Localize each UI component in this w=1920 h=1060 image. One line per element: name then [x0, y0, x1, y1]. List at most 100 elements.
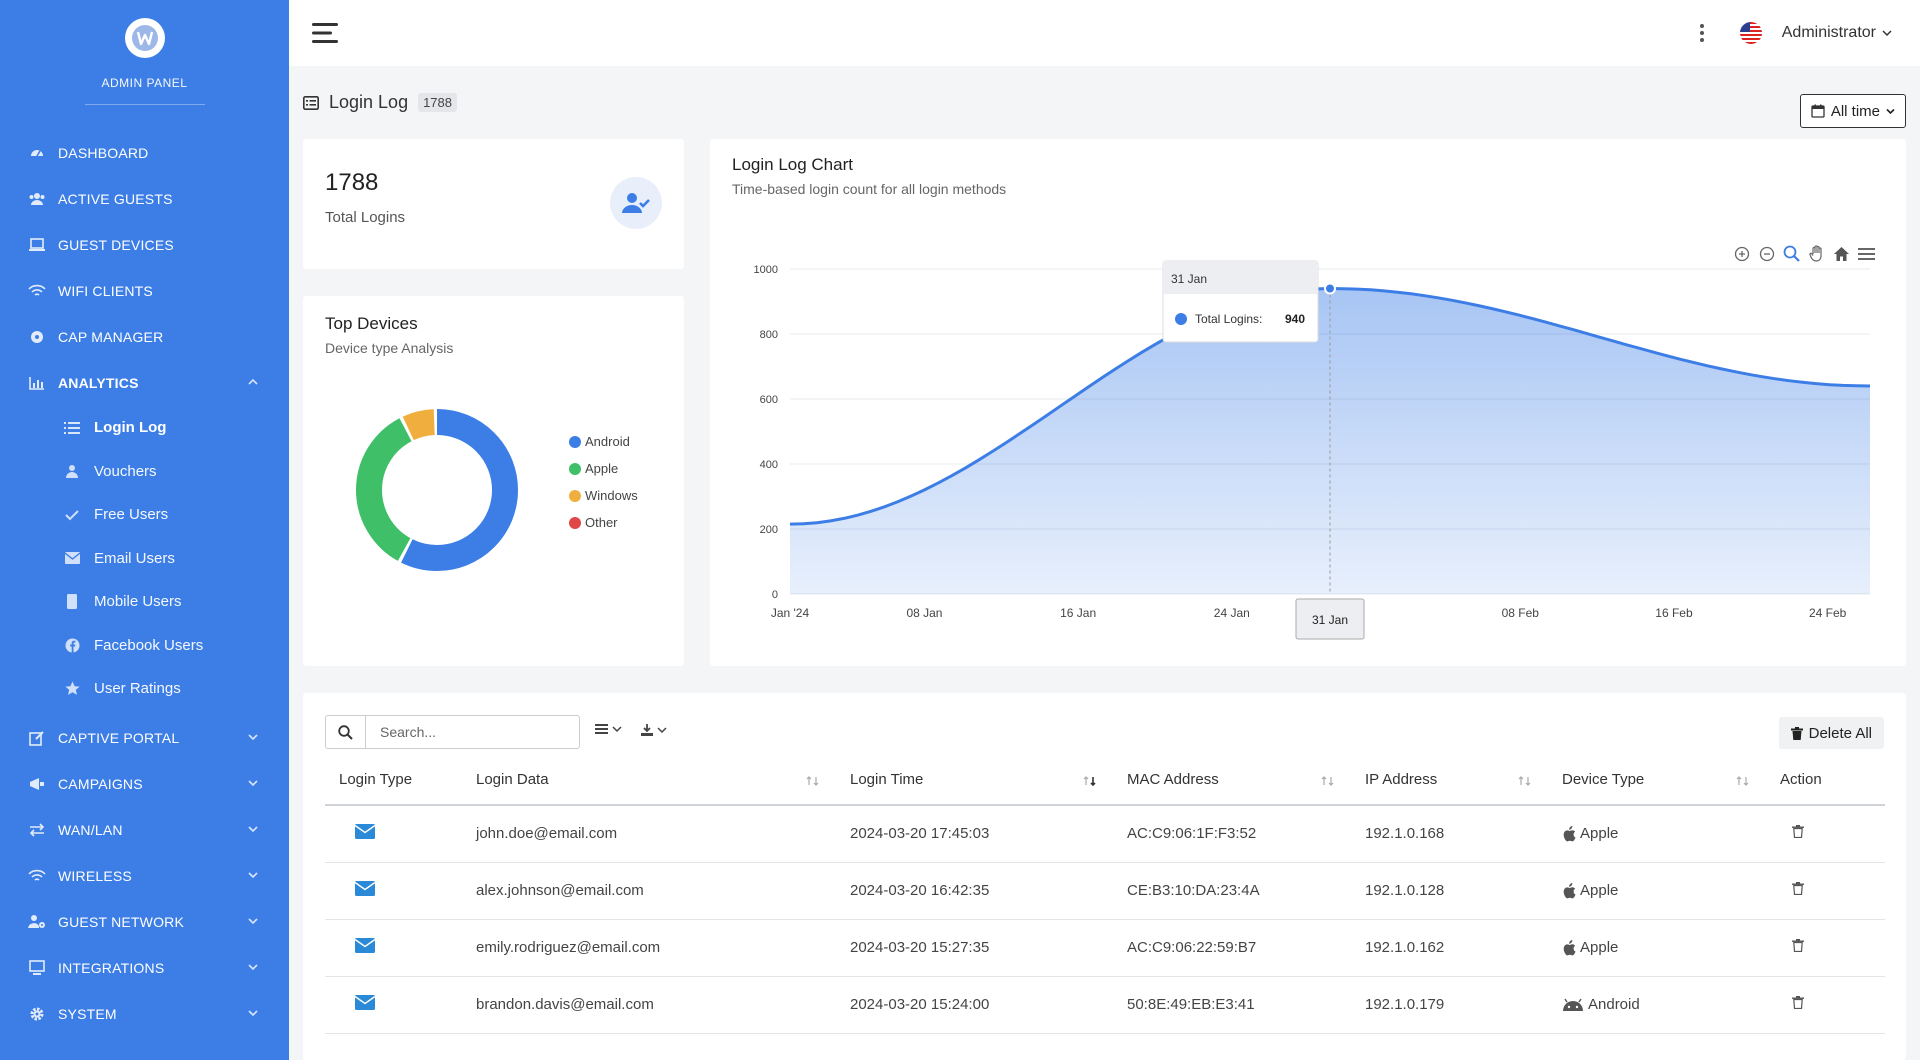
table-row[interactable]: john.doe@email.com 2024-03-20 17:45:03 A…	[325, 805, 1885, 863]
chevron-down-icon	[248, 825, 258, 832]
x-tick-label: Jan '24	[771, 606, 810, 620]
sidebar-item-captive-portal[interactable]: CAPTIVE PORTAL	[0, 715, 289, 761]
delete-row-button[interactable]	[1792, 882, 1804, 895]
login-time-cell: 2024-03-20 15:24:00	[836, 976, 1113, 1034]
device-type-cell: Android	[1548, 976, 1766, 1034]
sidebar-subitem-label: Mobile Users	[94, 593, 182, 611]
sidebar-subitem-mobile-users[interactable]: Mobile Users	[0, 580, 289, 624]
delete-row-button[interactable]	[1792, 996, 1804, 1009]
search-input[interactable]	[365, 715, 580, 749]
login-log-chart: 0 200 400 600 800 1000 Jan '24 08 Jan 16 Jan 24 J…	[754, 260, 1871, 640]
legend-label: Windows	[585, 488, 638, 503]
delete-all-button[interactable]: Delete All	[1778, 717, 1884, 749]
more-options-button[interactable]	[1692, 19, 1712, 47]
user-name: Administrator	[1781, 24, 1876, 41]
login-time-cell: 2024-03-20 15:27:35	[836, 919, 1113, 977]
table-row[interactable]: alex.johnson@email.com 2024-03-20 16:42:…	[325, 862, 1885, 920]
sidebar-item-dashboard[interactable]: DASHBOARD	[0, 130, 289, 176]
devices-donut-chart	[356, 409, 518, 571]
sidebar-item-wan-lan[interactable]: WAN/LAN	[0, 807, 289, 853]
total-logins-label: Total Logins	[325, 209, 406, 226]
columns-toggle-button[interactable]	[595, 723, 622, 735]
column-header-login-data[interactable]: Login Data	[462, 755, 836, 806]
sidebar-item-active-guests[interactable]: ACTIVE GUESTS	[0, 176, 289, 222]
sidebar-item-cap-manager[interactable]: CAP MANAGER	[0, 314, 289, 360]
sidebar-item-system[interactable]: SYSTEM	[0, 991, 289, 1037]
chart-title: Login Log Chart	[732, 155, 853, 174]
sidebar-subitem-user-ratings[interactable]: User Ratings	[0, 667, 289, 711]
sidebar-item-label: WIRELESS	[58, 867, 132, 884]
menu-toggle-button[interactable]	[311, 18, 341, 48]
sidebar-item-analytics[interactable]: ANALYTICS	[0, 360, 289, 406]
sidebar-item-label: ANALYTICS	[58, 375, 139, 391]
chevron-down-icon	[248, 871, 258, 878]
login-type-cell	[325, 976, 462, 1034]
sidebar-item-guest-devices[interactable]: GUEST DEVICES	[0, 222, 289, 268]
wifi-icon	[28, 867, 46, 885]
apple-icon	[1563, 882, 1576, 898]
sidebar-subitem-email-users[interactable]: Email Users	[0, 537, 289, 581]
date-range-button[interactable]: All time	[1799, 94, 1906, 128]
sidebar-subitem-facebook-users[interactable]: Facebook Users	[0, 624, 289, 668]
sidebar-subitem-free-users[interactable]: Free Users	[0, 493, 289, 537]
legend-item-apple[interactable]: Apple	[569, 455, 638, 482]
delete-row-button[interactable]	[1792, 825, 1804, 839]
chart-menu-icon[interactable]	[1857, 244, 1876, 263]
facebook-icon	[64, 637, 80, 653]
column-header-device-type[interactable]: Device Type	[1548, 755, 1766, 806]
legend-item-windows[interactable]: Windows	[569, 482, 638, 509]
legend-item-other[interactable]: Other	[569, 509, 638, 536]
total-logins-card: 1788 Total Logins	[303, 139, 684, 269]
delete-all-label: Delete All	[1808, 724, 1872, 742]
language-flag-icon[interactable]	[1739, 22, 1762, 44]
table-row[interactable]: brandon.davis@email.com 2024-03-20 15:24…	[325, 976, 1885, 1034]
delete-row-button[interactable]	[1792, 939, 1804, 952]
column-header-ip-address[interactable]: IP Address	[1351, 755, 1548, 806]
pan-hand-icon[interactable]	[1807, 244, 1826, 263]
zoom-in-icon[interactable]	[1732, 244, 1751, 263]
column-header-login-type[interactable]: Login Type	[325, 755, 462, 806]
brand-title: ADMIN PANEL	[101, 76, 188, 90]
sidebar-item-label: CAMPAIGNS	[58, 775, 143, 792]
sidebar-item-campaigns[interactable]: CAMPAIGNS	[0, 761, 289, 807]
ip-address-cell: 192.1.0.179	[1351, 976, 1548, 1034]
device-type-cell: Apple	[1548, 919, 1766, 977]
sidebar-item-wifi-clients[interactable]: WIFI CLIENTS	[0, 268, 289, 314]
chevron-down-icon	[248, 733, 258, 740]
chevron-down-icon	[248, 963, 258, 970]
device-type-label: Apple	[1580, 825, 1619, 843]
export-button[interactable]	[640, 723, 667, 737]
sidebar-subitem-vouchers[interactable]: Vouchers	[0, 450, 289, 494]
chevron-down-icon	[248, 779, 258, 786]
home-reset-icon[interactable]	[1832, 244, 1851, 263]
sidebar-subitem-login-log[interactable]: Login Log	[0, 406, 289, 450]
envelope-icon	[354, 881, 376, 896]
x-tick-label: 08 Jan	[906, 606, 942, 620]
x-tick-label: 16 Feb	[1655, 606, 1693, 620]
sidebar-item-integrations[interactable]: INTEGRATIONS	[0, 945, 289, 991]
zoom-out-icon[interactable]	[1757, 244, 1776, 263]
users-icon	[28, 190, 46, 208]
table-header-row: Login Type Login Data Login Time MAC Add…	[325, 755, 1885, 806]
chevron-down-icon	[248, 1009, 258, 1016]
sidebar-nav: DASHBOARD ACTIVE GUESTS GUEST DEVICES WI…	[0, 122, 289, 406]
sidebar-subitem-label: Vouchers	[94, 462, 157, 480]
logo-icon[interactable]	[124, 18, 165, 58]
column-header-mac-address[interactable]: MAC Address	[1113, 755, 1351, 806]
sidebar-item-guest-network[interactable]: GUEST NETWORK	[0, 899, 289, 945]
user-menu[interactable]: Administrator	[1782, 24, 1892, 42]
search-button[interactable]	[325, 715, 365, 749]
action-cell	[1766, 976, 1885, 1034]
y-tick-label: 600	[760, 394, 778, 406]
sidebar-item-wireless[interactable]: WIRELESS	[0, 853, 289, 899]
gear-icon	[28, 1005, 46, 1023]
table-row[interactable]: emily.rodriguez@email.com 2024-03-20 15:…	[325, 919, 1885, 977]
chart-icon	[28, 374, 46, 392]
y-tick-label: 800	[760, 329, 778, 341]
magnifier-icon[interactable]	[1782, 244, 1801, 263]
trash-icon	[1792, 939, 1804, 952]
column-header-login-time[interactable]: Login Time	[836, 755, 1113, 806]
login-type-cell	[325, 862, 462, 920]
apple-icon	[1563, 939, 1576, 955]
legend-item-android[interactable]: Android	[569, 428, 638, 455]
